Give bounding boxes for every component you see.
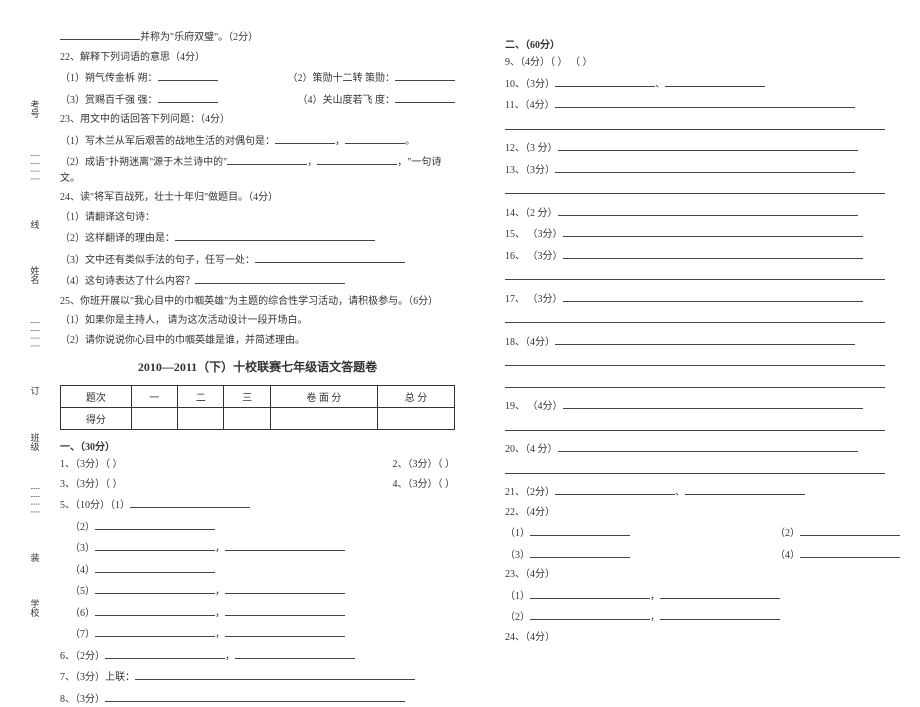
binding-label-name: 姓名	[29, 266, 42, 284]
ans-q5-7: （7），	[60, 625, 455, 643]
binding-label-school: 学校	[29, 599, 42, 617]
ans-q22-12: （1） （2）	[505, 524, 900, 542]
ans-q5-4: （4）	[60, 561, 455, 579]
score-row-label: 得分	[61, 408, 132, 430]
q23-1: （1）写木兰从军后艰苦的战地生活的对偶句是：，。	[60, 132, 455, 150]
ans-q11: 11、（4分）	[505, 96, 900, 114]
ans-q13: 13、（3分）	[505, 161, 900, 179]
q22-sub2: （3）赏赐百千强 强： （4）关山度若飞 度：	[60, 91, 455, 109]
ans-q16: 16、 （3分）	[505, 247, 900, 265]
binding-mark-bind: 装	[29, 553, 42, 564]
ans-q22: 22、（4分）	[505, 505, 900, 521]
q23-2: （2）成语"扑朔迷离"源于木兰诗中的"，，"一句诗文。	[60, 153, 455, 186]
main-content: 并称为"乐府双璧"。（2分） 22、解释下列词语的意思（4分） （1）朔气传金柝…	[60, 28, 900, 617]
ans-q21: 21、（2分）、	[505, 483, 900, 501]
q22-sub1: （1）朔气传金柝 朔： （2）策勋十二转 策勋：	[60, 69, 455, 87]
ans-q10: 10、（3分）、	[505, 75, 900, 93]
ans-q23: 23、（4分）	[505, 567, 900, 583]
score-header: 题次	[61, 386, 132, 408]
q23: 23、用文中的话回答下列问题：（4分）	[60, 112, 455, 128]
binding-mark-line: 线	[29, 220, 42, 231]
q22: 22、解释下列词语的意思（4分）	[60, 50, 455, 66]
ans-q18c	[505, 376, 900, 394]
answer-sheet-title: 2010—2011（下）十校联赛七年级语文答题卷	[60, 358, 455, 375]
ans-q5-2: （2）	[60, 518, 455, 536]
score-table: 题次 一 二 三 卷 面 分 总 分 得分	[60, 385, 455, 430]
ans-q20b	[505, 462, 900, 480]
ans-q5-1: 5、（10分）（1）	[60, 496, 455, 514]
ans-q17b	[505, 311, 900, 329]
binding-column: 考号 ┊┊┊┊ 线 姓名 ┊┊┊┊ 订 班级 ┊┊┊┊ 装 学校	[20, 100, 50, 617]
ans-q20: 20、（4 分）	[505, 440, 900, 458]
right-column: 二、（60分） 9、（4分）（ ） （ ） 10、（3分）、 11、（4分） 1…	[505, 28, 900, 617]
ans-q9: 9、（4分）（ ） （ ）	[505, 55, 900, 71]
binding-divider: ┊┊┊┊	[31, 153, 40, 184]
ans-q8: 8、（3分）	[60, 690, 455, 707]
ans-q24: 24、（4分）	[505, 630, 900, 646]
q24-3: （3）文中还有类似手法的句子，任写一处：	[60, 251, 455, 269]
ans-q19: 19、 （4分）	[505, 397, 900, 415]
ans-q5-3: （3），	[60, 539, 455, 557]
ans-q14: 14、（2 分）	[505, 204, 900, 222]
q24-2: （2）这样翻译的理由是：	[60, 229, 455, 247]
ans-q5-6: （6），	[60, 604, 455, 622]
q25-2: （2）请你说说你心目中的巾帼英雄是谁，并简述理由。	[60, 333, 455, 349]
ans-q12: 12、（3 分）	[505, 139, 900, 157]
section2-head: 二、（60分）	[505, 36, 900, 51]
ans-row-1-2: 1、（3分）（ ）2、（3分）（ ）	[60, 457, 455, 473]
q24-1: （1）请翻译这句诗：	[60, 210, 455, 226]
binding-label-examno: 考号	[29, 100, 42, 118]
binding-divider: ┊┊┊┊	[31, 486, 40, 517]
q25-1: （1）如果你是主持人， 请为这次活动设计一段开场白。	[60, 313, 455, 329]
q24-4: （4）这句诗表达了什么内容？	[60, 272, 455, 290]
ans-q17: 17、 （3分）	[505, 290, 900, 308]
ans-q22-34: （3） （4）	[505, 546, 900, 564]
ans-q18b	[505, 354, 900, 372]
ans-q19b	[505, 419, 900, 437]
binding-label-class: 班级	[29, 433, 42, 451]
ans-q23-1: （1），	[505, 587, 900, 605]
ans-row-3-4: 3、（3分）（ ）4、（3分）（ ）	[60, 477, 455, 493]
ans-q15: 15、 （3分）	[505, 225, 900, 243]
ans-q16b	[505, 268, 900, 286]
q24: 24、读"将军百战死，壮士十年归"做题目。（4分）	[60, 190, 455, 206]
ans-q11b	[505, 118, 900, 136]
ans-q5-5: （5），	[60, 582, 455, 600]
ans-q7: 7、（3分）上联：	[60, 668, 455, 686]
q21-tail: 并称为"乐府双璧"。（2分）	[60, 28, 455, 46]
left-column: 并称为"乐府双璧"。（2分） 22、解释下列词语的意思（4分） （1）朔气传金柝…	[60, 28, 455, 617]
section1-head: 一、（30分）	[60, 438, 455, 453]
binding-divider: ┊┊┊┊	[31, 320, 40, 351]
ans-q13b	[505, 182, 900, 200]
binding-mark-order: 订	[29, 386, 42, 397]
ans-q6: 6、（2分），	[60, 647, 455, 665]
q25: 25、你班开展以"我心目中的巾帼英雄"为主题的综合性学习活动，请积极参与。（6分…	[60, 294, 455, 310]
ans-q18: 18、（4分）	[505, 333, 900, 351]
ans-q23-2: （2），	[505, 608, 900, 626]
